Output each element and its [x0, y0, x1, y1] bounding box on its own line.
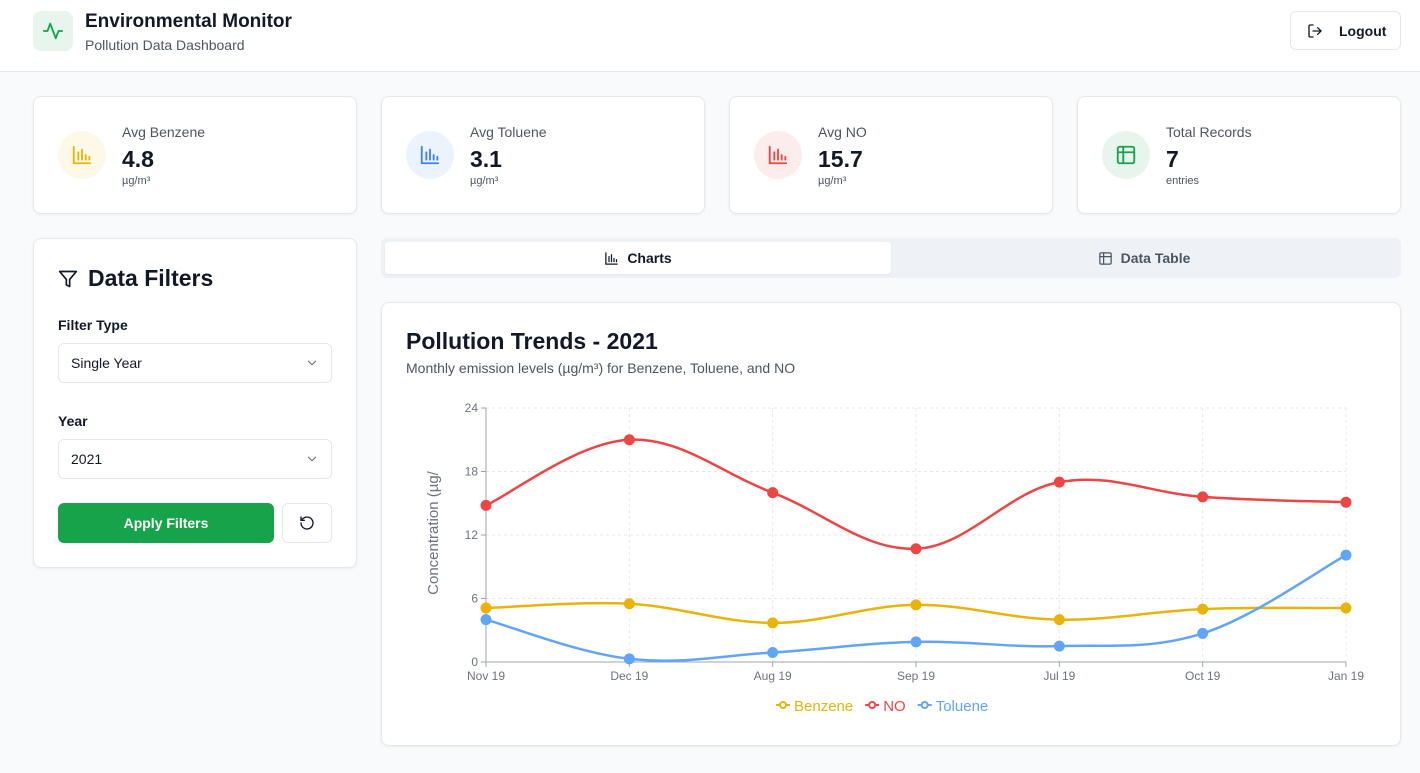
data-point-toluene	[1197, 627, 1209, 639]
x-tick-label: Jul 19	[1043, 669, 1075, 683]
data-point-toluene	[910, 636, 922, 648]
y-tick-label: 0	[471, 655, 478, 669]
data-point-toluene	[1053, 640, 1065, 652]
data-point-benzene	[623, 598, 635, 610]
bar-chart-icon	[406, 131, 454, 179]
table-icon	[1098, 251, 1112, 265]
stat-unit: µg/m³	[122, 175, 151, 187]
y-tick-label: 12	[465, 528, 479, 542]
filter-type-select[interactable]: Single Year	[58, 343, 332, 383]
data-point-no	[767, 487, 779, 499]
app-subtitle: Pollution Data Dashboard	[85, 37, 245, 53]
stat-unit: µg/m³	[818, 175, 847, 187]
stat-card-toluene: Avg Toluene 3.1 µg/m³	[381, 96, 705, 214]
data-point-benzene	[767, 617, 779, 629]
stat-unit: entries	[1166, 175, 1200, 187]
stat-card-benzene: Avg Benzene 4.8 µg/m³	[33, 96, 357, 214]
legend-label-benzene: Benzene	[794, 698, 853, 715]
stat-value: 3.1	[470, 146, 502, 172]
y-tick-label: 6	[471, 592, 478, 606]
tab-label: Charts	[627, 250, 672, 266]
y-axis-label: Concentration (µg/	[425, 470, 442, 595]
x-tick-label: Aug 19	[754, 669, 792, 683]
legend-marker-toluene	[920, 701, 929, 709]
bar-chart-icon	[58, 131, 106, 179]
reset-icon	[300, 516, 314, 530]
data-point-no	[1197, 491, 1209, 503]
app-header: Environmental Monitor Pollution Data Das…	[0, 0, 1420, 72]
activity-icon	[33, 11, 73, 51]
legend-label-toluene: Toluene	[936, 698, 989, 715]
data-point-benzene	[1340, 602, 1352, 614]
data-point-no	[1053, 476, 1065, 488]
year-select[interactable]: 2021	[58, 439, 332, 479]
data-point-benzene	[910, 599, 922, 611]
tab-charts[interactable]: Charts	[385, 242, 891, 274]
data-point-toluene	[623, 653, 635, 665]
filter-type-label: Filter Type	[58, 317, 128, 333]
pollution-trends-chart: 0 6 12 18 24 Nov 19 Dec 19 Aug 19 Sep 19 Jul 19 Oc…	[425, 401, 1364, 715]
filters-title-text: Data Filters	[88, 265, 214, 291]
filters-title: Data Filters	[58, 265, 213, 292]
logout-button[interactable]: Logout	[1290, 11, 1401, 50]
data-point-no	[623, 434, 635, 446]
data-point-benzene	[1197, 603, 1209, 615]
stat-value: 4.8	[122, 146, 154, 172]
table-icon	[1102, 131, 1150, 179]
filters-panel: Data Filters Filter Type Single Year Yea…	[33, 238, 357, 568]
year-label: Year	[58, 413, 88, 429]
y-tick-label: 18	[465, 465, 479, 479]
logout-icon	[1308, 23, 1322, 38]
x-tick-label: Jan 19	[1328, 669, 1364, 683]
x-tick-label: Dec 19	[610, 669, 648, 683]
stat-card-no: Avg NO 15.7 µg/m³	[729, 96, 1053, 214]
apply-filters-button[interactable]: Apply Filters	[58, 503, 274, 543]
stat-value: 7	[1166, 146, 1179, 172]
data-point-toluene	[1340, 549, 1352, 561]
stat-label: Total Records	[1166, 124, 1252, 140]
stat-card-total-records: Total Records 7 entries	[1077, 96, 1401, 214]
data-point-no	[480, 499, 492, 511]
tab-data-table[interactable]: Data Table	[891, 242, 1397, 274]
stat-unit: µg/m³	[470, 175, 499, 187]
data-point-benzene	[480, 602, 492, 614]
bar-chart-icon	[605, 251, 619, 265]
chart-card: Pollution Trends - 2021 Monthly emission…	[381, 302, 1401, 746]
x-tick-label: Nov 19	[467, 669, 505, 683]
data-point-toluene	[480, 614, 492, 626]
x-tick-label: Sep 19	[897, 669, 935, 683]
stat-label: Avg Toluene	[470, 124, 547, 140]
data-point-benzene	[1053, 614, 1065, 626]
data-point-no	[1340, 496, 1352, 508]
stat-label: Avg NO	[818, 124, 867, 140]
filter-icon	[58, 270, 78, 287]
stat-value: 15.7	[818, 146, 863, 172]
view-tabs: Charts Data Table	[381, 238, 1401, 278]
chevron-down-icon	[307, 360, 317, 366]
x-tick-label: Oct 19	[1185, 669, 1221, 683]
bar-chart-icon	[754, 131, 802, 179]
legend-marker-no	[868, 701, 877, 709]
legend-marker-benzene	[779, 701, 787, 709]
app-title: Environmental Monitor	[85, 11, 292, 32]
data-point-no	[910, 543, 922, 555]
y-tick-label: 24	[465, 401, 479, 415]
logout-label: Logout	[1339, 22, 1387, 39]
year-value: 2021	[71, 451, 103, 467]
reset-button[interactable]	[282, 503, 332, 543]
tab-label: Data Table	[1120, 250, 1191, 266]
stat-label: Avg Benzene	[122, 124, 206, 140]
chevron-down-icon	[307, 456, 317, 462]
legend-label-no: NO	[883, 698, 906, 715]
data-point-toluene	[767, 646, 779, 658]
filter-type-value: Single Year	[71, 355, 142, 371]
